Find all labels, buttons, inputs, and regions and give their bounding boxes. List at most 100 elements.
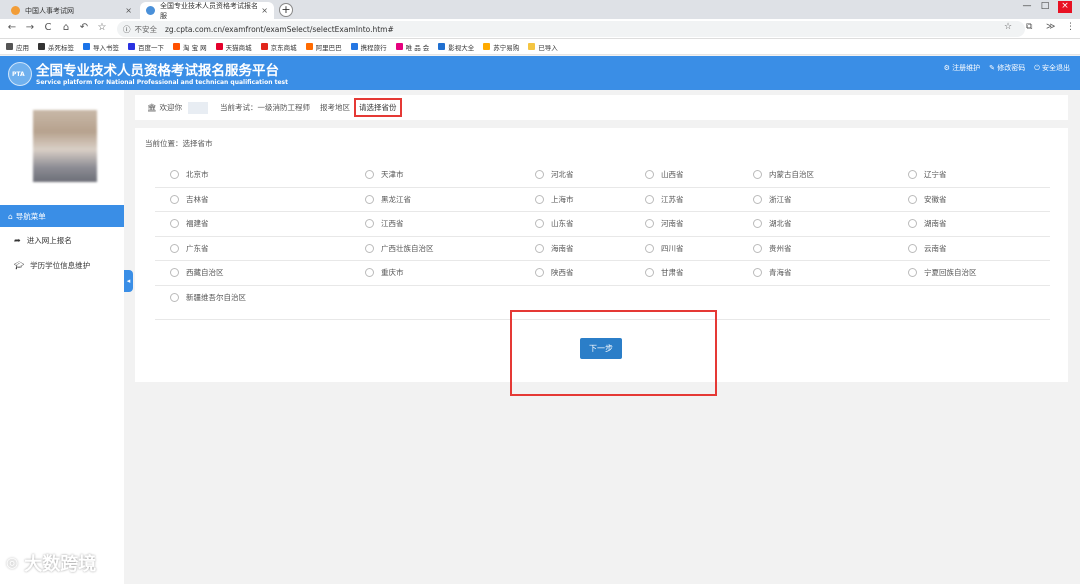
radio-button[interactable]: [753, 194, 762, 204]
radio-button[interactable]: [535, 194, 544, 204]
radio-button[interactable]: [645, 170, 654, 179]
bookmark-item[interactable]: 杀死标签: [38, 42, 74, 52]
logout-link[interactable]: ⏻ 安全退出: [1034, 63, 1070, 73]
radio-button[interactable]: [908, 268, 917, 277]
radio-button[interactable]: [645, 268, 654, 277]
province-option[interactable]: 浙江省: [753, 194, 792, 205]
close-tab-icon[interactable]: ×: [125, 6, 132, 15]
radio-button[interactable]: [170, 268, 179, 277]
radio-button[interactable]: [170, 219, 179, 228]
reload-icon[interactable]: C: [42, 22, 54, 36]
radio-button[interactable]: [365, 219, 374, 228]
province-option[interactable]: 陕西省: [535, 267, 574, 278]
province-option[interactable]: 云南省: [908, 243, 947, 254]
radio-button[interactable]: [753, 170, 762, 179]
province-option[interactable]: 福建省: [170, 218, 209, 229]
radio-button[interactable]: [645, 243, 654, 253]
radio-button[interactable]: [535, 268, 544, 277]
province-option[interactable]: 黑龙江省: [365, 194, 411, 205]
province-option[interactable]: 贵州省: [753, 243, 792, 254]
extensions-icon[interactable]: ⧉: [1026, 22, 1032, 32]
province-option[interactable]: 广西壮族自治区: [365, 243, 434, 254]
close-window-button[interactable]: ×: [1058, 1, 1072, 13]
radio-button[interactable]: [535, 219, 544, 228]
maximize-button[interactable]: □: [1038, 1, 1052, 13]
province-option[interactable]: 河北省: [535, 169, 574, 180]
radio-button[interactable]: [365, 268, 374, 277]
bookmark-item[interactable]: 阿里巴巴: [305, 42, 342, 52]
menu-icon[interactable]: ⋮: [1066, 22, 1075, 32]
register-maintain-link[interactable]: ⚙ 注册维护: [944, 63, 981, 73]
bookmark-item[interactable]: 百度一下: [128, 42, 164, 52]
bookmark-item[interactable]: 天猫商城: [215, 42, 252, 52]
province-option[interactable]: 西藏自治区: [170, 267, 224, 278]
bookmark-item[interactable]: 携程旅行: [350, 42, 387, 52]
home-icon[interactable]: ⌂: [60, 22, 72, 36]
radio-button[interactable]: [365, 194, 374, 204]
radio-button[interactable]: [535, 243, 544, 253]
province-option[interactable]: 江西省: [365, 218, 404, 229]
province-option[interactable]: 海南省: [535, 243, 574, 254]
radio-button[interactable]: [170, 194, 179, 204]
bookmark-item[interactable]: 导入书签: [83, 42, 119, 52]
province-option[interactable]: 新疆维吾尔自治区: [170, 292, 246, 303]
radio-button[interactable]: [753, 268, 762, 277]
radio-button[interactable]: [908, 243, 917, 253]
bookmark-item[interactable]: 淘 宝 网: [173, 42, 207, 52]
province-option[interactable]: 河南省: [645, 218, 684, 229]
province-option[interactable]: 湖南省: [908, 218, 947, 229]
province-option[interactable]: 北京市: [170, 169, 209, 180]
province-option[interactable]: 青海省: [753, 267, 792, 278]
province-option[interactable]: 重庆市: [365, 267, 404, 278]
province-option[interactable]: 四川省: [645, 243, 684, 254]
province-option[interactable]: 天津市: [365, 169, 404, 180]
province-option[interactable]: 甘肃省: [645, 267, 684, 278]
bookmark-item[interactable]: 应用: [6, 42, 29, 52]
change-password-link[interactable]: ✎ 修改密码: [989, 63, 1025, 73]
radio-button[interactable]: [908, 219, 917, 228]
province-option[interactable]: 广东省: [170, 243, 209, 254]
bookmark-item[interactable]: 唯 品 会: [395, 42, 429, 52]
radio-button[interactable]: [365, 243, 374, 253]
radio-button[interactable]: [908, 170, 917, 179]
chevron-icon[interactable]: ≫: [1046, 22, 1055, 32]
back-icon[interactable]: ←: [6, 22, 18, 36]
province-option[interactable]: 吉林省: [170, 194, 209, 205]
province-option[interactable]: 宁夏回族自治区: [908, 267, 977, 278]
new-tab-button[interactable]: +: [279, 3, 293, 17]
radio-button[interactable]: [170, 170, 179, 179]
bookmark-item[interactable]: 已导入: [528, 42, 558, 52]
province-option[interactable]: 安徽省: [908, 194, 947, 205]
radio-button[interactable]: [365, 170, 374, 179]
province-option[interactable]: 内蒙古自治区: [753, 169, 814, 180]
radio-button[interactable]: [645, 219, 654, 228]
province-option[interactable]: 上海市: [535, 194, 574, 205]
radio-button[interactable]: [753, 243, 762, 253]
close-tab-icon[interactable]: ×: [261, 6, 268, 15]
province-option[interactable]: 山东省: [535, 218, 574, 229]
radio-button[interactable]: [908, 194, 917, 204]
minimize-button[interactable]: —: [1020, 1, 1034, 13]
sidebar-item-education-info[interactable]: 🎓︎ 学历学位信息维护: [0, 254, 124, 276]
province-option[interactable]: 辽宁省: [908, 169, 947, 180]
bookmark-item[interactable]: 影视大全: [438, 42, 474, 52]
sidebar-item-online-registration[interactable]: ➦ 进入网上报名: [0, 229, 124, 251]
tab-exam-registration[interactable]: 全国专业技术人员资格考试报名服 ×: [140, 2, 274, 20]
province-option[interactable]: 湖北省: [753, 218, 792, 229]
radio-button[interactable]: [645, 194, 654, 204]
star-icon[interactable]: ☆: [1004, 22, 1012, 32]
bookmark-item[interactable]: 京东商城: [260, 42, 297, 52]
radio-button[interactable]: [170, 292, 179, 302]
tab-cpta-home[interactable]: 中国人事考试网 ×: [5, 2, 138, 19]
sidebar-collapse-toggle[interactable]: ◂: [124, 270, 133, 292]
province-option[interactable]: 江苏省: [645, 194, 684, 205]
radio-button[interactable]: [170, 243, 179, 253]
bookmark-star-icon[interactable]: ☆: [96, 22, 108, 36]
radio-button[interactable]: [535, 170, 544, 179]
forward-icon[interactable]: →: [24, 22, 36, 36]
url-input[interactable]: ⓘ 不安全 zg.cpta.com.cn/examfront/examSelec…: [117, 21, 1025, 37]
radio-button[interactable]: [753, 219, 762, 228]
undo-icon[interactable]: ↶: [78, 22, 90, 36]
bookmark-item[interactable]: 苏宁易购: [483, 42, 519, 52]
province-option[interactable]: 山西省: [645, 169, 684, 180]
